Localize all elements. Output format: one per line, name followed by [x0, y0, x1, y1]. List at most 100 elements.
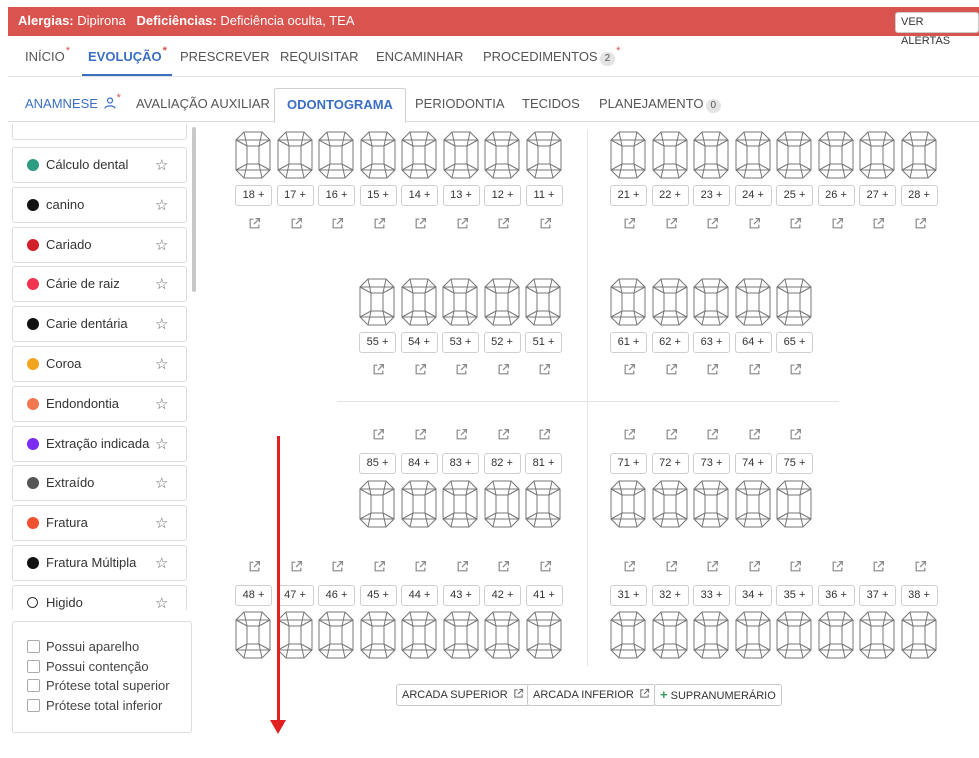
tooth-number-button[interactable]: 15 + [359, 185, 397, 206]
external-link-icon[interactable] [372, 363, 385, 376]
tooth-number-button[interactable]: 81 + [525, 453, 562, 474]
lower-arch-button[interactable]: ARCADA INFERIOR [527, 684, 656, 706]
diagnosis-list[interactable]: Cálculo dental ☆ canino ☆ Cariado ☆ Cárie de r… [12, 124, 192, 610]
tooth-number-button[interactable]: 83 + [442, 453, 479, 474]
checkbox-row[interactable]: Possui contenção [27, 659, 149, 677]
diagnosis-item[interactable]: Carie dentária ☆ [12, 306, 187, 343]
tooth-diagram[interactable] [443, 131, 479, 179]
external-link-icon[interactable] [290, 560, 303, 573]
external-link-icon[interactable] [539, 560, 552, 573]
tooth-diagram[interactable] [859, 131, 895, 179]
upper-arch-button[interactable]: ARCADA SUPERIOR [396, 684, 530, 706]
diagnosis-item[interactable]: Cariado ☆ [12, 226, 187, 263]
external-link-icon[interactable] [248, 560, 261, 573]
tooth-diagram[interactable] [318, 611, 354, 659]
tooth-diagram[interactable] [735, 278, 771, 326]
tooth-diagram[interactable] [776, 480, 812, 528]
external-link-icon[interactable] [497, 363, 510, 376]
checkbox[interactable] [27, 659, 40, 673]
tab-prescrever[interactable]: PRESCREVER [180, 38, 270, 74]
checkbox-row[interactable]: Prótese total inferior [27, 698, 162, 716]
view-alerts-button[interactable]: VER ALERTAS [895, 12, 979, 47]
tooth-number-button[interactable]: 45 + [359, 585, 397, 606]
external-link-icon[interactable] [789, 560, 802, 573]
external-link-icon[interactable] [497, 560, 510, 573]
external-link-icon[interactable] [623, 560, 636, 573]
star-outline-icon[interactable]: ☆ [155, 594, 168, 610]
tooth-diagram[interactable] [484, 611, 520, 659]
external-link-icon[interactable] [914, 217, 927, 230]
tooth-number-button[interactable]: 46 + [318, 585, 355, 606]
star-outline-icon[interactable]: ☆ [155, 156, 168, 174]
diagnosis-item[interactable]: Coroa ☆ [12, 346, 187, 382]
external-link-icon[interactable] [331, 560, 344, 573]
external-link-icon[interactable] [414, 428, 427, 441]
tooth-diagram[interactable] [901, 611, 937, 659]
tooth-diagram[interactable] [277, 611, 313, 659]
tooth-diagram[interactable] [652, 611, 688, 659]
tooth-diagram[interactable] [526, 131, 562, 179]
external-link-icon[interactable] [623, 428, 636, 441]
tooth-diagram[interactable] [318, 131, 354, 179]
star-outline-icon[interactable]: ☆ [155, 435, 168, 453]
external-link-icon[interactable] [665, 428, 678, 441]
tooth-number-button[interactable]: 73 + [693, 453, 730, 474]
external-link-icon[interactable] [872, 217, 885, 230]
external-link-icon[interactable] [623, 363, 636, 376]
tooth-diagram[interactable] [359, 480, 395, 528]
tooth-diagram[interactable] [776, 131, 812, 179]
tab-inicio[interactable]: INÍCIO* [25, 38, 70, 74]
tooth-number-button[interactable]: 51 + [525, 332, 562, 353]
tab-requisitar[interactable]: REQUISITAR [280, 38, 359, 74]
external-link-icon[interactable] [456, 560, 469, 573]
external-link-icon[interactable] [373, 560, 386, 573]
tooth-number-button[interactable]: 74 + [734, 453, 772, 474]
tooth-number-button[interactable]: 41 + [525, 585, 563, 606]
external-link-icon[interactable] [706, 217, 719, 230]
tooth-diagram[interactable] [484, 480, 520, 528]
external-link-icon[interactable] [538, 363, 551, 376]
external-link-icon[interactable] [538, 428, 551, 441]
tooth-number-button[interactable]: 16 + [318, 185, 355, 206]
scrollbar[interactable] [192, 127, 196, 292]
external-link-icon[interactable] [706, 560, 719, 573]
tooth-diagram[interactable] [776, 278, 812, 326]
external-link-icon[interactable] [331, 217, 344, 230]
external-link-icon[interactable] [372, 428, 385, 441]
external-link-icon[interactable] [497, 428, 510, 441]
tooth-diagram[interactable] [526, 611, 562, 659]
tooth-diagram[interactable] [610, 480, 646, 528]
external-link-icon[interactable] [748, 560, 761, 573]
external-link-icon[interactable] [748, 217, 761, 230]
tooth-diagram[interactable] [859, 611, 895, 659]
tooth-number-button[interactable]: 71 + [610, 453, 647, 474]
tooth-diagram[interactable] [484, 278, 520, 326]
tooth-diagram[interactable] [442, 278, 478, 326]
tooth-number-button[interactable]: 25 + [776, 185, 813, 206]
tooth-diagram[interactable] [652, 480, 688, 528]
tooth-diagram[interactable] [818, 131, 854, 179]
external-link-icon[interactable] [789, 428, 802, 441]
tooth-number-button[interactable]: 34 + [734, 585, 772, 606]
tab-periodontia[interactable]: PERIODONTIA [415, 88, 505, 120]
external-link-icon[interactable] [706, 363, 719, 376]
external-link-icon[interactable] [665, 560, 678, 573]
tooth-diagram[interactable] [235, 611, 271, 659]
tooth-diagram[interactable] [235, 131, 271, 179]
tab-anamnese[interactable]: ANAMNESE * [25, 88, 121, 120]
star-outline-icon[interactable]: ☆ [155, 355, 168, 373]
tooth-diagram[interactable] [484, 131, 520, 179]
diagnosis-item[interactable]: Higido ☆ [12, 584, 187, 610]
tooth-diagram[interactable] [735, 611, 771, 659]
tooth-number-button[interactable]: 13 + [442, 185, 480, 206]
star-outline-icon[interactable]: ☆ [155, 554, 168, 572]
tooth-number-button[interactable]: 47 + [276, 585, 314, 606]
tooth-diagram[interactable] [901, 131, 937, 179]
tooth-diagram[interactable] [818, 611, 854, 659]
tooth-diagram[interactable] [610, 611, 646, 659]
external-link-icon[interactable] [914, 560, 927, 573]
tooth-number-button[interactable]: 52 + [483, 332, 521, 353]
tooth-number-button[interactable]: 37 + [859, 585, 896, 606]
diagnosis-item[interactable]: canino ☆ [12, 186, 187, 223]
tooth-number-button[interactable]: 65 + [776, 332, 813, 353]
